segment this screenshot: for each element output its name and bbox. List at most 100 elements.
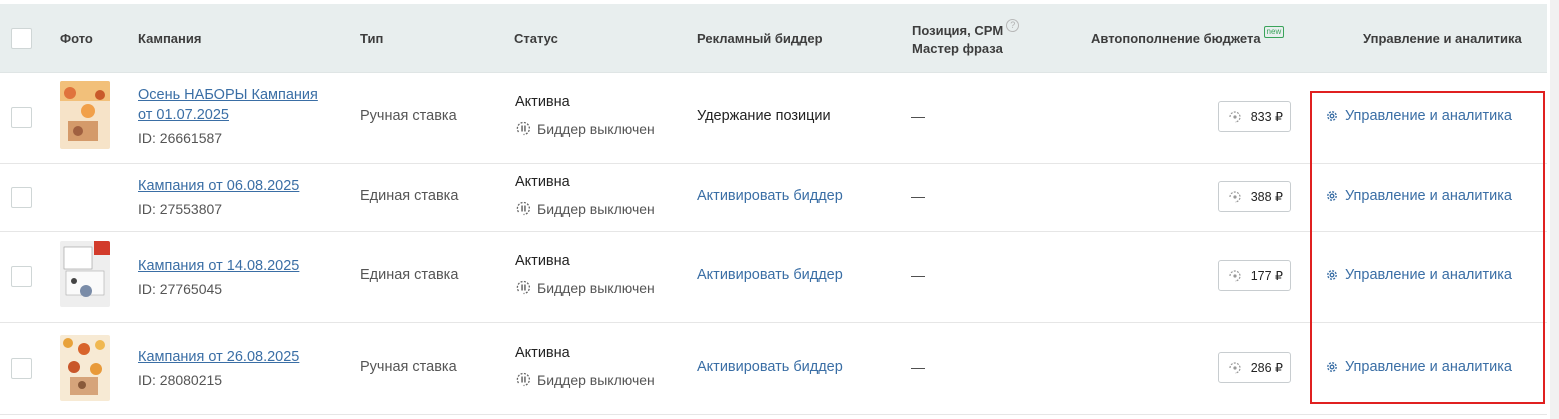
position-value: — (911, 108, 925, 124)
campaign-link[interactable]: Кампания от 06.08.2025 (138, 176, 299, 196)
help-icon[interactable]: ? (1006, 19, 1020, 32)
campaign-id: ID: 26661587 (138, 130, 223, 146)
manage-analytics-link[interactable]: Управление и аналитика (1325, 108, 1512, 124)
campaign-link[interactable]: Осень НАБОРЫ Кампания от 01.07.2025 (138, 85, 318, 125)
header-bidder[interactable]: Рекламный биддер (697, 31, 823, 46)
campaign-type: Единая ставка (360, 188, 459, 204)
status-cell: Активна Биддер выключен (515, 345, 655, 388)
campaign-cell: Кампания от 14.08.2025 ID: 27765045 (138, 256, 299, 299)
activate-bidder-link[interactable]: Активировать биддер (697, 359, 843, 375)
budget-amount: 286 ₽ (1250, 361, 1283, 375)
autofill-icon (1229, 361, 1241, 374)
campaign-id: ID: 27765045 (138, 281, 223, 297)
gear-icon (1327, 111, 1337, 121)
campaign-cell: Осень НАБОРЫ Кампания от 01.07.2025 ID: … (138, 85, 318, 148)
product-photo-image (60, 335, 110, 401)
new-badge: new (1263, 26, 1285, 38)
status-cell: Активна Биддер выключен (515, 94, 655, 137)
table-row: Кампания от 06.08.2025 ID: 27553807 Един… (0, 164, 1547, 232)
campaign-id: ID: 28080215 (138, 372, 223, 388)
manage-analytics-link[interactable]: Управление и аналитика (1325, 188, 1512, 204)
budget-amount: 177 ₽ (1250, 269, 1283, 283)
header-budget[interactable]: Автопополнение бюджета new (1091, 26, 1285, 47)
position-value: — (911, 267, 925, 283)
campaign-name-line2: от 01.07.2025 (138, 107, 229, 123)
bidder-paused-icon (516, 372, 530, 387)
budget-autofill-button[interactable]: 833 ₽ (1218, 101, 1291, 132)
gear-icon (1327, 270, 1337, 280)
campaign-type: Единая ставка (360, 267, 459, 283)
campaign-type: Ручная ставка (360, 359, 457, 375)
table-row: Кампания от 14.08.2025 ID: 27765045 Един… (0, 232, 1547, 323)
campaign-cell: Кампания от 06.08.2025 ID: 27553807 (138, 176, 299, 219)
budget-autofill-button[interactable]: 177 ₽ (1218, 260, 1291, 291)
bidder-mode: Удержание позиции (697, 108, 831, 124)
manage-analytics-link[interactable]: Управление и аналитика (1325, 267, 1512, 283)
position-value: — (911, 359, 925, 375)
product-photo[interactable] (60, 81, 110, 149)
row-checkbox[interactable] (11, 187, 32, 208)
bidder-status-text: Биддер выключен (537, 200, 655, 217)
bidder-paused-icon (516, 121, 530, 136)
row-checkbox[interactable] (11, 266, 32, 287)
product-photo-image (60, 241, 110, 307)
product-photo[interactable] (60, 241, 110, 307)
campaigns-table: Фото Кампания Тип Статус Рекламный бидде… (0, 4, 1547, 415)
status-cell: Активна Биддер выключен (515, 174, 655, 217)
budget-amount: 388 ₽ (1250, 190, 1283, 204)
header-position[interactable]: Позиция, CPM? Мастер фраза (912, 19, 1020, 58)
manage-analytics-link[interactable]: Управление и аналитика (1325, 359, 1512, 375)
activate-bidder-link[interactable]: Активировать биддер (697, 267, 843, 283)
autofill-icon (1229, 190, 1241, 203)
budget-autofill-button[interactable]: 388 ₽ (1218, 181, 1291, 212)
row-checkbox[interactable] (11, 107, 32, 128)
bidder-status-text: Биддер выключен (537, 279, 655, 296)
status-label: Активна (515, 345, 570, 361)
table-row: Кампания от 26.08.2025 ID: 28080215 Ручн… (0, 323, 1547, 415)
header-manage: Управление и аналитика (1363, 31, 1522, 46)
bidder-paused-icon (516, 280, 530, 295)
status-label: Активна (515, 94, 570, 110)
product-photo[interactable] (60, 335, 110, 401)
campaign-link[interactable]: Кампания от 14.08.2025 (138, 256, 299, 276)
product-photo-image (60, 81, 110, 149)
position-value: — (911, 188, 925, 204)
bidder-status: Биддер выключен (515, 371, 655, 388)
manage-analytics-label: Управление и аналитика (1345, 108, 1512, 124)
header-position-line2: Мастер фраза (912, 41, 1003, 56)
autofill-icon (1229, 110, 1241, 123)
status-label: Активна (515, 174, 570, 190)
manage-analytics-label: Управление и аналитика (1345, 188, 1512, 204)
header-type[interactable]: Тип (360, 31, 383, 46)
bidder-status: Биддер выключен (515, 120, 655, 137)
manage-analytics-label: Управление и аналитика (1345, 359, 1512, 375)
status-cell: Активна Биддер выключен (515, 253, 655, 296)
budget-autofill-button[interactable]: 286 ₽ (1218, 352, 1291, 383)
bidder-paused-icon (516, 201, 530, 216)
campaign-id: ID: 27553807 (138, 201, 223, 217)
header-position-line1: Позиция, CPM (912, 23, 1004, 38)
header-status[interactable]: Статус (514, 31, 558, 46)
status-label: Активна (515, 253, 570, 269)
campaign-type: Ручная ставка (360, 108, 457, 124)
manage-analytics-label: Управление и аналитика (1345, 267, 1512, 283)
bidder-status: Биддер выключен (515, 200, 655, 217)
table-header: Фото Кампания Тип Статус Рекламный бидде… (0, 4, 1547, 73)
vertical-scrollbar[interactable] (1550, 0, 1559, 419)
header-campaign[interactable]: Кампания (138, 31, 201, 46)
campaign-name-line1: Осень НАБОРЫ Кампания (138, 87, 318, 103)
header-budget-label: Автопополнение бюджета (1091, 31, 1261, 46)
campaign-cell: Кампания от 26.08.2025 ID: 28080215 (138, 347, 299, 390)
activate-bidder-link[interactable]: Активировать биддер (697, 188, 843, 204)
header-photo: Фото (60, 31, 93, 46)
gear-icon (1327, 362, 1337, 372)
bidder-status: Биддер выключен (515, 279, 655, 296)
select-all-checkbox[interactable] (11, 28, 32, 49)
bidder-status-text: Биддер выключен (537, 371, 655, 388)
row-checkbox[interactable] (11, 358, 32, 379)
bidder-status-text: Биддер выключен (537, 120, 655, 137)
table-row: Осень НАБОРЫ Кампания от 01.07.2025 ID: … (0, 73, 1547, 164)
campaign-link[interactable]: Кампания от 26.08.2025 (138, 347, 299, 367)
budget-amount: 833 ₽ (1250, 110, 1283, 124)
gear-icon (1327, 191, 1337, 201)
